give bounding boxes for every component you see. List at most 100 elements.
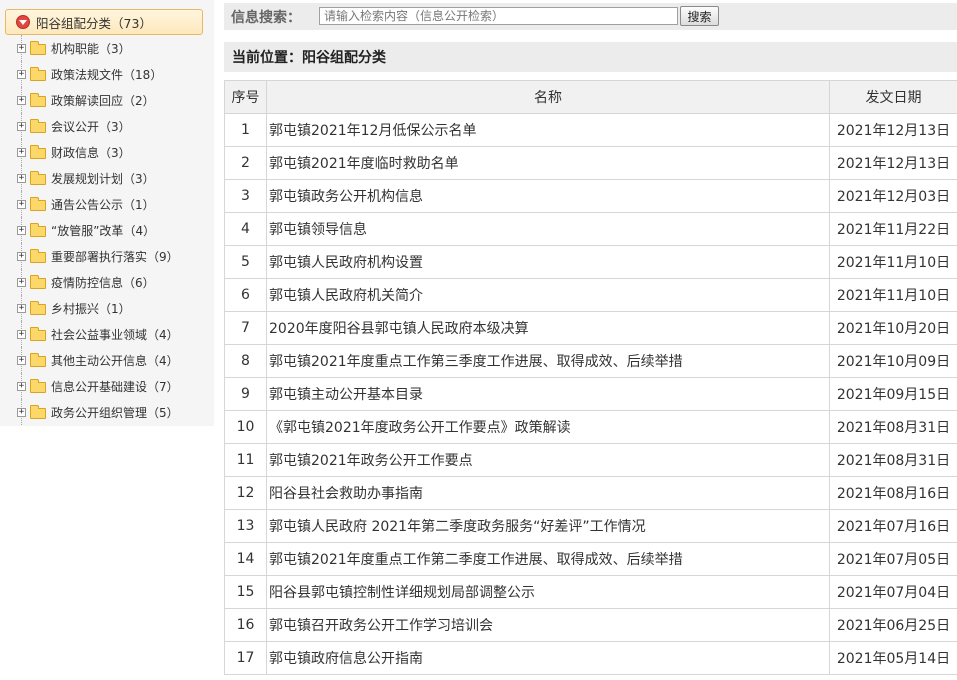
expand-plus-icon[interactable]: + [17, 355, 26, 365]
tree-item-label: 其他主动公开信息（4） [51, 353, 179, 368]
tree-item[interactable]: + 机构职能（3） [0, 35, 214, 61]
document-title-link[interactable]: 郭屯镇人民政府 2021年第二季度政务服务“好差评”工作情况 [266, 509, 830, 543]
document-title-link[interactable]: 郭屯镇2021年12月低保公示名单 [266, 113, 830, 147]
document-title-link[interactable]: 郭屯镇2021年度重点工作第二季度工作进展、取得成效、后续举措 [266, 542, 830, 576]
expand-plus-icon[interactable]: + [17, 381, 26, 391]
folder-icon [30, 66, 46, 81]
tree-item-label: 通告公告公示（1） [51, 197, 155, 212]
tree-root-label: 阳谷组配分类（73） [36, 15, 152, 31]
row-number: 11 [224, 443, 267, 477]
tree-item[interactable]: + 通告公告公示（1） [0, 191, 214, 217]
search-input[interactable] [319, 7, 678, 25]
document-table: 序号 名称 发文日期 1 郭屯镇2021年12月低保公示名单 2021年12月13日… [224, 80, 957, 675]
tree-item[interactable]: + 重要部署执行落实（9） [0, 243, 214, 269]
document-date: 2021年08月31日 [829, 443, 957, 477]
tree-item[interactable]: + 财政信息（3） [0, 139, 214, 165]
document-date: 2021年10月20日 [829, 311, 957, 345]
folder-icon [30, 404, 46, 419]
tree-item[interactable]: + 疫情防控信息（6） [0, 269, 214, 295]
row-number: 9 [224, 377, 267, 411]
tree-item-label: 机构职能（3） [51, 41, 131, 56]
table-row: 4 郭屯镇领导信息 2021年11月22日 [224, 212, 957, 246]
document-date: 2021年06月25日 [829, 608, 957, 642]
expand-plus-icon[interactable]: + [17, 303, 26, 313]
tree-item[interactable]: + 发展规划计划（3） [0, 165, 214, 191]
tree-item-label: 重要部署执行落实（9） [51, 249, 179, 264]
tree-item[interactable]: + 政策法规文件（18） [0, 61, 214, 87]
search-button[interactable]: 搜索 [680, 6, 719, 26]
tree-item[interactable]: + 其他主动公开信息（4） [0, 347, 214, 373]
tree-item-label: 会议公开（3） [51, 119, 131, 134]
expand-plus-icon[interactable]: + [17, 407, 26, 417]
row-number: 2 [224, 146, 267, 180]
document-title-link[interactable]: 《郭屯镇2021年度政务公开工作要点》政策解读 [266, 410, 830, 444]
document-title-link[interactable]: 郭屯镇领导信息 [266, 212, 830, 246]
expand-plus-icon[interactable]: + [17, 173, 26, 183]
document-date: 2021年11月10日 [829, 245, 957, 279]
tree-item[interactable]: + “放管服”改革（4） [0, 217, 214, 243]
table-row: 1 郭屯镇2021年12月低保公示名单 2021年12月13日 [224, 113, 957, 147]
table-row: 10 《郭屯镇2021年度政务公开工作要点》政策解读 2021年08月31日 [224, 410, 957, 444]
tree-item[interactable]: + 社会公益事业领域（4） [0, 321, 214, 347]
header-no: 序号 [224, 80, 267, 114]
expand-plus-icon[interactable]: + [17, 121, 26, 131]
category-sidebar: 阳谷组配分类（73） + 机构职能（3） + 政策法规文件（18） + 政策解读回应（2）… [0, 0, 214, 426]
document-title-link[interactable]: 郭屯镇2021年度临时救助名单 [266, 146, 830, 180]
document-date: 2021年09月15日 [829, 377, 957, 411]
document-title-link[interactable]: 郭屯镇2021年政务公开工作要点 [266, 443, 830, 477]
document-title-link[interactable]: 郭屯镇人民政府机构设置 [266, 245, 830, 279]
search-title: 信息搜索： [231, 10, 301, 26]
document-title-link[interactable]: 2020年度阳谷县郭屯镇人民政府本级决算 [266, 311, 830, 345]
folder-icon [30, 326, 46, 341]
document-title-link[interactable]: 郭屯镇召开政务公开工作学习培训会 [266, 608, 830, 642]
header-date: 发文日期 [829, 80, 957, 114]
collapse-arrow-icon[interactable] [16, 15, 30, 29]
document-title-link[interactable]: 郭屯镇人民政府机关简介 [266, 278, 830, 312]
row-number: 5 [224, 245, 267, 279]
expand-plus-icon[interactable]: + [17, 43, 26, 53]
row-number: 8 [224, 344, 267, 378]
tree-item[interactable]: + 信息公开基础建设（7） [0, 373, 214, 399]
expand-plus-icon[interactable]: + [17, 95, 26, 105]
document-date: 2021年07月16日 [829, 509, 957, 543]
expand-plus-icon[interactable]: + [17, 69, 26, 79]
document-title-link[interactable]: 郭屯镇政务公开机构信息 [266, 179, 830, 213]
row-number: 16 [224, 608, 267, 642]
document-date: 2021年12月13日 [829, 113, 957, 147]
tree-root-node[interactable]: 阳谷组配分类（73） [5, 9, 203, 35]
document-title-link[interactable]: 郭屯镇主动公开基本目录 [266, 377, 830, 411]
folder-icon [30, 40, 46, 55]
document-title-link[interactable]: 郭屯镇2021年度重点工作第三季度工作进展、取得成效、后续举措 [266, 344, 830, 378]
row-number: 12 [224, 476, 267, 510]
expand-plus-icon[interactable]: + [17, 147, 26, 157]
table-row: 11 郭屯镇2021年政务公开工作要点 2021年08月31日 [224, 443, 957, 477]
document-title-link[interactable]: 阳谷县郭屯镇控制性详细规划局部调整公示 [266, 575, 830, 609]
tree-item[interactable]: + 政策解读回应（2） [0, 87, 214, 113]
expand-plus-icon[interactable]: + [17, 329, 26, 339]
row-number: 14 [224, 542, 267, 576]
expand-plus-icon[interactable]: + [17, 199, 26, 209]
expand-plus-icon[interactable]: + [17, 251, 26, 261]
document-list: 序号 名称 发文日期 1 郭屯镇2021年12月低保公示名单 2021年12月13日… [224, 80, 957, 680]
tree-item-label: 政策法规文件（18） [51, 67, 163, 82]
table-row: 6 郭屯镇人民政府机关简介 2021年11月10日 [224, 278, 957, 312]
table-row: 14 郭屯镇2021年度重点工作第二季度工作进展、取得成效、后续举措 2021年07… [224, 542, 957, 576]
expand-plus-icon[interactable]: + [17, 277, 26, 287]
tree-item[interactable]: + 乡村振兴（1） [0, 295, 214, 321]
folder-icon [30, 274, 46, 289]
expand-plus-icon[interactable]: + [17, 225, 26, 235]
tree-item-label: 发展规划计划（3） [51, 171, 155, 186]
row-number: 10 [224, 410, 267, 444]
tree-item[interactable]: + 政务公开组织管理（5） [0, 399, 214, 425]
tree-item[interactable]: + 会议公开（3） [0, 113, 214, 139]
folder-icon [30, 118, 46, 133]
folder-icon [30, 92, 46, 107]
document-title-link[interactable]: 阳谷县社会救助办事指南 [266, 476, 830, 510]
tree-item-label: 信息公开基础建设（7） [51, 379, 179, 394]
document-title-link[interactable]: 郭屯镇政府信息公开指南 [266, 641, 830, 675]
document-date: 2021年08月31日 [829, 410, 957, 444]
folder-icon [30, 170, 46, 185]
tree-item-label: 政务公开组织管理（5） [51, 405, 179, 420]
row-number: 1 [224, 113, 267, 147]
table-row: 7 2020年度阳谷县郭屯镇人民政府本级决算 2021年10月20日 [224, 311, 957, 345]
